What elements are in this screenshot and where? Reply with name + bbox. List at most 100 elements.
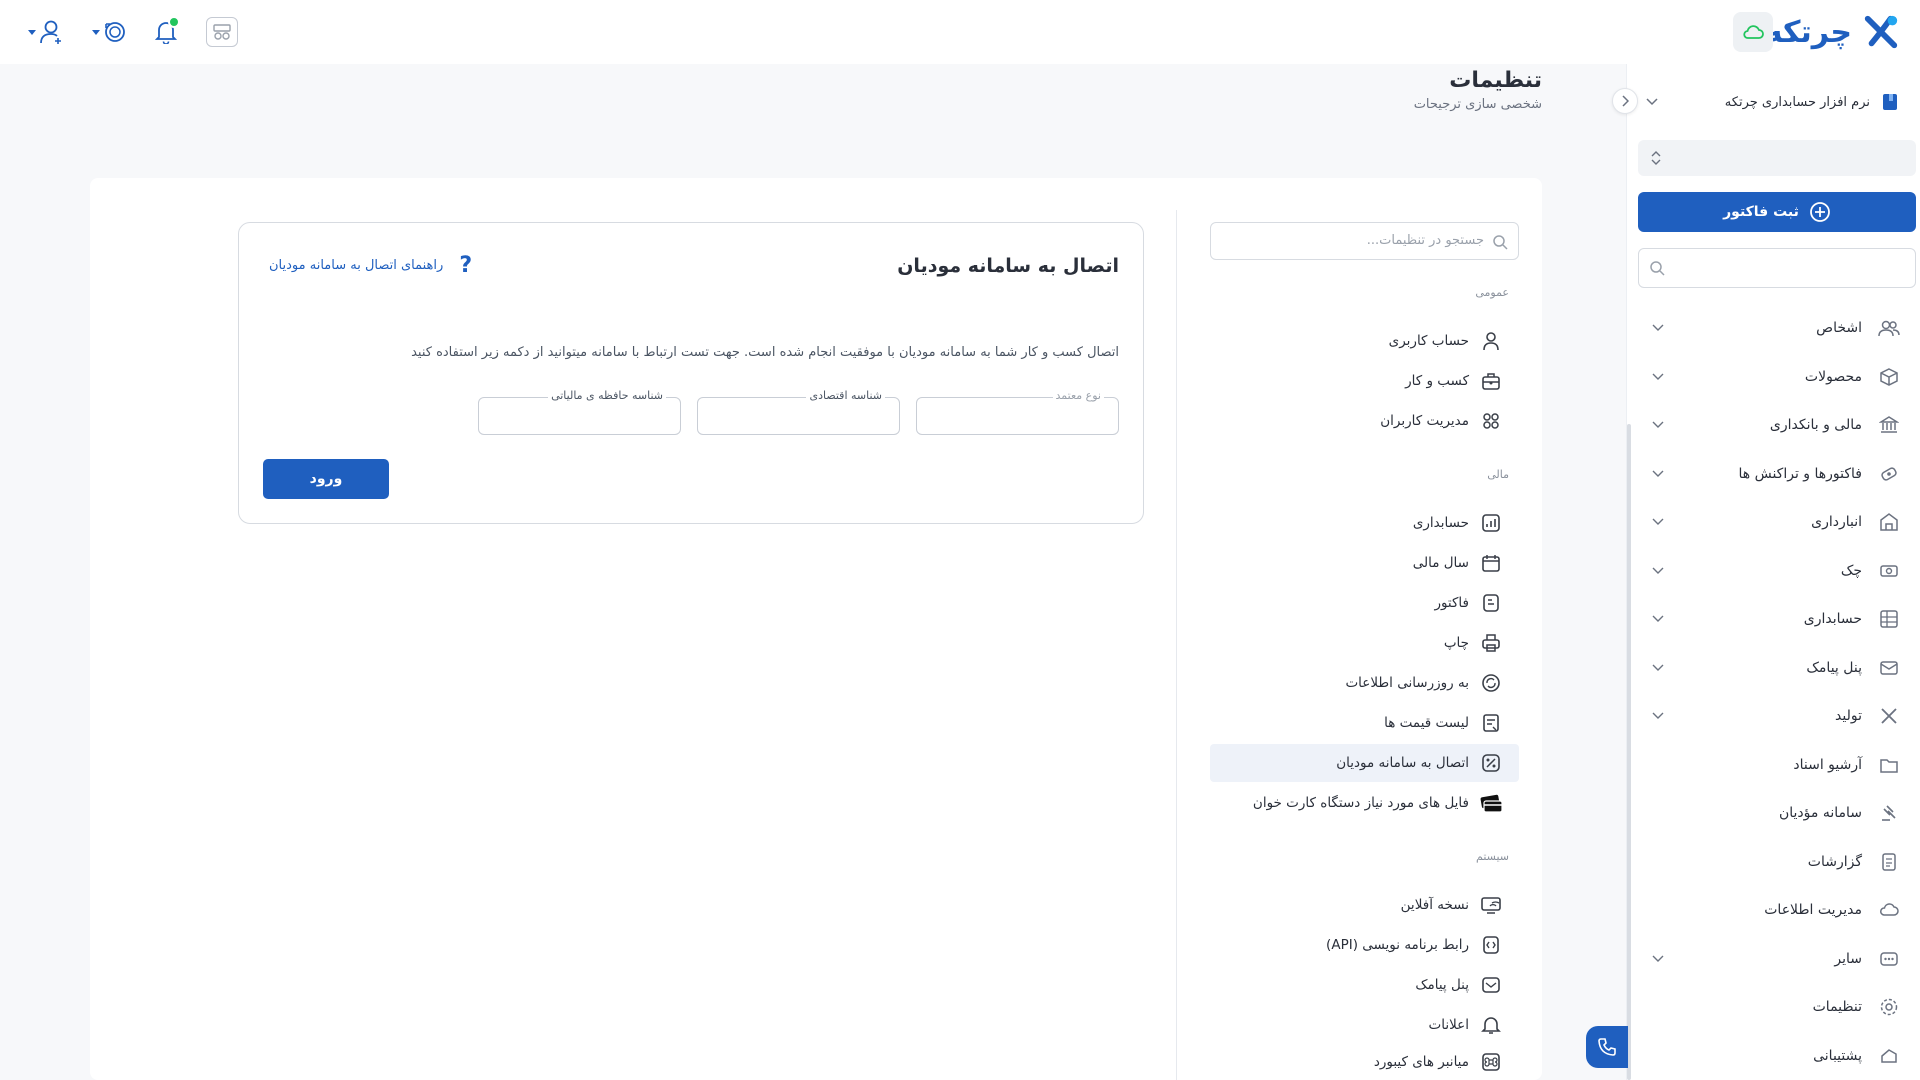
sidebar-item-products[interactable]: محصولات [1650,353,1900,402]
bank-icon [1879,416,1899,433]
settings-item-tax-connection[interactable]: اتصال به سامانه مودیان [1210,744,1519,782]
settings-item-label: میانبر های کیبورد [1373,1054,1469,1070]
settings-search-placeholder: جستجو در تنظیمات... [1366,233,1484,248]
sidebar-item-accounting[interactable]: حسابداری [1650,595,1900,644]
settings-item-shortcuts[interactable]: میانبر های کیبورد [1210,1044,1519,1080]
register-invoice-label: ثبت فاکتور [1723,204,1799,220]
sms-icon [1880,661,1898,675]
sidebar-item-finance[interactable]: مالی و بانکداری [1650,401,1900,450]
sidebar-item-settings[interactable]: تنظیمات [1650,983,1900,1032]
settings-item-pos-files[interactable]: فایل های مورد نیاز دستگاه کارت خوان [1210,784,1519,822]
connection-guide-link[interactable]: ? راهنمای اتصال به سامانه مودیان [269,253,472,278]
chevron-down-icon [1652,518,1664,526]
settings-item-label: حسابداری [1412,515,1469,531]
tax-memory-id-field[interactable]: شناسه حافظه ی مالیاتی [478,389,681,435]
sidebar-item-label: حسابداری [1803,611,1862,628]
top-bar: چرتکه [0,0,1920,64]
trustee-type-field[interactable]: نوع معتمد [916,389,1119,435]
sidebar-item-support[interactable]: پشتیبانی [1650,1032,1900,1080]
settings-item-data-update[interactable]: به روزرسانی اطلاعات [1210,664,1519,702]
settings-item-label: فایل های مورد نیاز دستگاه کارت خوان [1252,795,1469,811]
data-cloud-icon [1880,903,1899,916]
user-icon [39,20,61,44]
sidebar-item-label: چک [1840,562,1862,579]
briefcase-icon [1482,373,1500,390]
more-icon [1880,952,1898,966]
group-title-general: عمومی [1475,286,1509,299]
call-support-button[interactable] [1586,1026,1628,1068]
field-label: شناسه اقتصادی [806,389,885,402]
search-icon [1650,261,1665,276]
sidebar-item-warehouse[interactable]: انبارداری [1650,498,1900,547]
sidebar-item-cheque[interactable]: چک [1650,547,1900,596]
sidebar-item-label: پنل پیامک [1806,659,1862,676]
sidebar-search-input[interactable] [1638,248,1916,288]
financial-calc-icon [213,24,231,40]
settings-item-account[interactable]: حساب کاربری [1210,322,1519,360]
company-switcher[interactable]: نرم افزار حسابداری چرتکه [1646,86,1900,118]
economic-id-field[interactable]: شناسه اقتصادی [697,389,900,435]
settings-item-label: لیست قیمت ها [1384,715,1469,731]
sidebar-collapse-button[interactable] [1612,88,1638,114]
sidebar-item-people[interactable]: اشخاص [1650,304,1900,353]
tax-connect-icon [1482,754,1500,772]
company-name: نرم افزار حسابداری چرتکه [1724,94,1870,110]
page-title: تنظیمات [1449,68,1542,93]
settings-item-users[interactable]: مدیریت کاربران [1210,402,1519,440]
settings-item-label: اعلانات [1428,1017,1469,1033]
sidebar-item-label: مدیریت اطلاعات [1764,902,1862,919]
settings-search-input[interactable]: جستجو در تنظیمات... [1210,222,1519,260]
chart-icon [1482,514,1500,532]
login-button[interactable]: ورود [263,459,389,499]
brand-logo[interactable]: چرتکه [1765,12,1900,52]
financial-calc-button[interactable] [206,17,238,47]
price-list-icon [1483,714,1499,732]
sidebar-item-reports[interactable]: گزارشات [1650,838,1900,887]
settings-item-accounting[interactable]: حسابداری [1210,504,1519,542]
settings-item-sms[interactable]: پنل پیامک [1210,966,1519,1004]
settings-item-business[interactable]: کسب و کار [1210,362,1519,400]
settings-item-print[interactable]: چاپ [1210,624,1519,662]
coin-icon [104,22,125,42]
sidebar-item-invoices[interactable]: فاکتورها و تراکنش ها [1650,450,1900,499]
invoice-icon [1483,594,1499,612]
settings-item-fiscal-year[interactable]: سال مالی [1210,544,1519,582]
register-invoice-button[interactable]: ثبت فاکتور [1638,192,1916,232]
sidebar-item-data-management[interactable]: مدیریت اطلاعات [1650,886,1900,935]
settings-item-price-lists[interactable]: لیست قیمت ها [1210,704,1519,742]
sidebar-item-label: فاکتورها و تراکنش ها [1738,465,1863,482]
sidebar-item-sms[interactable]: پنل پیامک [1650,644,1900,693]
help-question-icon: ? [459,253,473,278]
bell-icon [1481,1017,1501,1034]
settings-item-invoice[interactable]: فاکتور [1210,584,1519,622]
notifications-button[interactable] [150,16,182,48]
chevron-down-icon [1652,615,1664,623]
sidebar-item-taxpayers[interactable]: سامانه مؤدیان [1650,789,1900,838]
sidebar-item-label: سامانه مؤدیان [1778,805,1862,822]
sidebar-item-label: گزارشات [1807,853,1862,870]
user-menu-button[interactable] [26,16,64,48]
settings-item-label: کسب و کار [1405,373,1469,389]
sidebar-item-production[interactable]: تولید [1650,692,1900,741]
fiscal-year-select[interactable] [1638,140,1916,176]
chevron-down-icon [1652,567,1664,574]
coin-menu-button[interactable] [90,16,128,48]
settings-item-api[interactable]: رابط برنامه نویسی (API) [1210,926,1519,964]
sidebar-item-archive[interactable]: آرشیو اسناد [1650,741,1900,790]
cloud-sync-button[interactable] [1733,12,1773,52]
sidebar-item-other[interactable]: سایر [1650,935,1900,984]
production-icon [1881,708,1897,724]
settings-item-offline[interactable]: نسخه آفلاین [1210,886,1519,924]
chevron-down-icon [1652,712,1664,720]
guide-link-label: راهنمای اتصال به سامانه مودیان [269,258,444,273]
sidebar-scrollbar[interactable] [1627,424,1631,1080]
sidebar-item-label: آرشیو اسناد [1793,756,1862,773]
refresh-icon [1482,674,1500,692]
page-header: تنظیمات شخصی سازی ترجیحات [1414,68,1542,112]
chevron-down-icon [1652,324,1664,332]
settings-divider [1176,210,1177,1080]
box-icon [1880,367,1898,386]
main-sidebar: نرم افزار حسابداری چرتکه ثبت فاکتور اشخا… [1626,64,1920,1080]
settings-item-notifications[interactable]: اعلانات [1210,1006,1519,1044]
support-icon [1881,1048,1897,1063]
